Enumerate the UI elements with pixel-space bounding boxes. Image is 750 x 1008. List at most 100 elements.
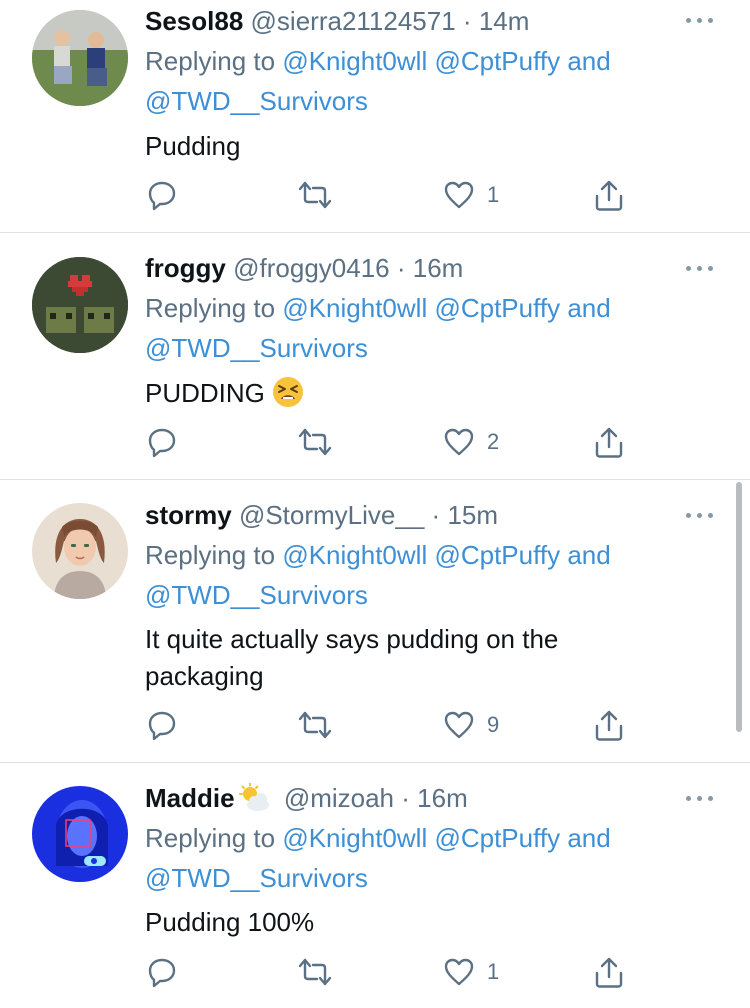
display-name[interactable]: Maddie xyxy=(145,783,235,813)
display-name[interactable]: stormy xyxy=(145,500,232,530)
more-options-icon[interactable] xyxy=(682,264,718,274)
tweet-text-content: PUDDING xyxy=(145,378,265,408)
replying-to-line-2: @TWD__Survivors xyxy=(145,81,368,121)
replying-to-line-2: @TWD__Survivors xyxy=(145,328,368,368)
and-link[interactable]: and xyxy=(567,46,610,76)
tweet-text: Pudding xyxy=(145,131,241,161)
mention-link[interactable]: @TWD__Survivors xyxy=(145,863,368,893)
mention-link[interactable]: @CptPuffy xyxy=(434,46,560,76)
user-handle[interactable]: @sierra21124571 xyxy=(251,6,456,36)
share-icon xyxy=(595,957,623,988)
like-count: 1 xyxy=(487,182,500,207)
share-icon xyxy=(595,710,623,741)
reply-button[interactable] xyxy=(146,952,178,992)
divider xyxy=(0,762,750,763)
retweet-button[interactable] xyxy=(297,705,333,745)
replying-to: Replying to @Knight0wll @CptPuffy and xyxy=(145,41,611,81)
tweet-header: froggy @froggy0416 · 16m xyxy=(145,248,463,288)
and-link[interactable]: and xyxy=(567,540,610,570)
blue-selfie-icon xyxy=(32,786,128,882)
retweet-icon xyxy=(298,711,332,739)
display-name[interactable]: froggy xyxy=(145,253,226,283)
and-link[interactable]: and xyxy=(567,293,610,323)
timestamp[interactable]: 16m xyxy=(413,253,464,283)
mention-link[interactable]: @Knight0wll xyxy=(282,540,427,570)
timestamp[interactable]: 15m xyxy=(447,500,498,530)
mention-link[interactable]: @TWD__Survivors xyxy=(145,580,368,610)
mention-link[interactable]: @Knight0wll xyxy=(282,823,427,853)
mention-link[interactable]: @CptPuffy xyxy=(434,540,560,570)
like-button[interactable]: 1 xyxy=(443,952,499,992)
separator: · xyxy=(396,253,406,283)
avatar[interactable] xyxy=(32,503,128,599)
divider xyxy=(0,232,750,233)
like-button[interactable]: 1 xyxy=(443,175,499,215)
tweet-text: Pudding 100% xyxy=(145,907,315,937)
replying-to: Replying to @Knight0wll @CptPuffy and xyxy=(145,288,611,328)
share-button[interactable] xyxy=(593,952,625,992)
separator: · xyxy=(401,783,410,813)
avatar[interactable] xyxy=(32,257,128,353)
retweet-button[interactable] xyxy=(297,952,333,992)
tweet-3[interactable]: stormy @StormyLive__ · 15m Replying to @… xyxy=(0,495,750,760)
user-handle[interactable]: @mizoah xyxy=(284,783,394,813)
separator: · xyxy=(462,6,472,36)
action-bar: 1 xyxy=(0,952,750,992)
tweet-header: stormy @StormyLive__ · 15m xyxy=(145,495,498,535)
replying-to-label: Replying to xyxy=(145,540,276,570)
share-button[interactable] xyxy=(593,175,625,215)
share-button[interactable] xyxy=(593,705,625,745)
like-count: 1 xyxy=(487,959,500,984)
mention-link[interactable]: @CptPuffy xyxy=(434,293,560,323)
reply-button[interactable] xyxy=(146,422,178,462)
avatar[interactable] xyxy=(32,10,128,106)
heart-icon xyxy=(444,711,474,739)
reply-icon xyxy=(148,711,176,741)
retweet-icon xyxy=(298,428,332,456)
heart-icon xyxy=(444,428,474,456)
mention-link[interactable]: @CptPuffy xyxy=(434,823,560,853)
reply-button[interactable] xyxy=(146,175,178,215)
user-handle[interactable]: @StormyLive__ xyxy=(239,500,424,530)
tweet-text: It quite actually says pudding on the pa… xyxy=(145,621,705,695)
share-button[interactable] xyxy=(593,422,625,462)
replying-to: Replying to @Knight0wll @CptPuffy and xyxy=(145,818,611,858)
mention-link[interactable]: @TWD__Survivors xyxy=(145,333,368,363)
drawn-girl-icon xyxy=(32,503,128,599)
divider xyxy=(0,479,750,480)
timestamp[interactable]: 14m xyxy=(479,6,530,36)
display-name[interactable]: Sesol88 xyxy=(145,6,243,36)
avatar[interactable] xyxy=(32,786,128,882)
tweet-2[interactable]: froggy @froggy0416 · 16m Replying to @Kn… xyxy=(0,248,750,478)
pixel-frogs-heart-icon xyxy=(32,257,128,353)
mention-link[interactable]: @Knight0wll xyxy=(282,46,427,76)
replying-to-label: Replying to xyxy=(145,823,276,853)
retweet-icon xyxy=(298,958,332,986)
like-button[interactable]: 2 xyxy=(443,422,499,462)
more-options-icon[interactable] xyxy=(682,511,718,521)
tweet-4[interactable]: Maddie @mizoah · 16m Replying to @Knight… xyxy=(0,778,750,1008)
share-icon xyxy=(595,180,623,211)
photo-two-kids-icon xyxy=(32,10,128,106)
reply-icon xyxy=(148,428,176,458)
more-options-icon[interactable] xyxy=(682,794,718,804)
timestamp[interactable]: 16m xyxy=(417,783,468,813)
mention-link[interactable]: @Knight0wll xyxy=(282,293,427,323)
tweet-text: PUDDING xyxy=(145,375,705,418)
replying-to-label: Replying to xyxy=(145,293,276,323)
retweet-button[interactable] xyxy=(297,175,333,215)
tweet-text-line: packaging xyxy=(145,661,264,691)
more-options-icon[interactable] xyxy=(682,16,718,26)
like-count: 9 xyxy=(487,712,500,737)
retweet-icon xyxy=(298,181,332,209)
tired-face-emoji xyxy=(272,376,304,418)
and-link[interactable]: and xyxy=(567,823,610,853)
replying-to-line-2: @TWD__Survivors xyxy=(145,858,368,898)
tweet-1[interactable]: Sesol88 @sierra21124571 · 14m Replying t… xyxy=(0,0,750,232)
user-handle[interactable]: @froggy0416 xyxy=(233,253,390,283)
retweet-button[interactable] xyxy=(297,422,333,462)
mention-link[interactable]: @TWD__Survivors xyxy=(145,86,368,116)
reply-button[interactable] xyxy=(146,705,178,745)
scrollbar[interactable] xyxy=(736,482,742,732)
like-button[interactable]: 9 xyxy=(443,705,499,745)
